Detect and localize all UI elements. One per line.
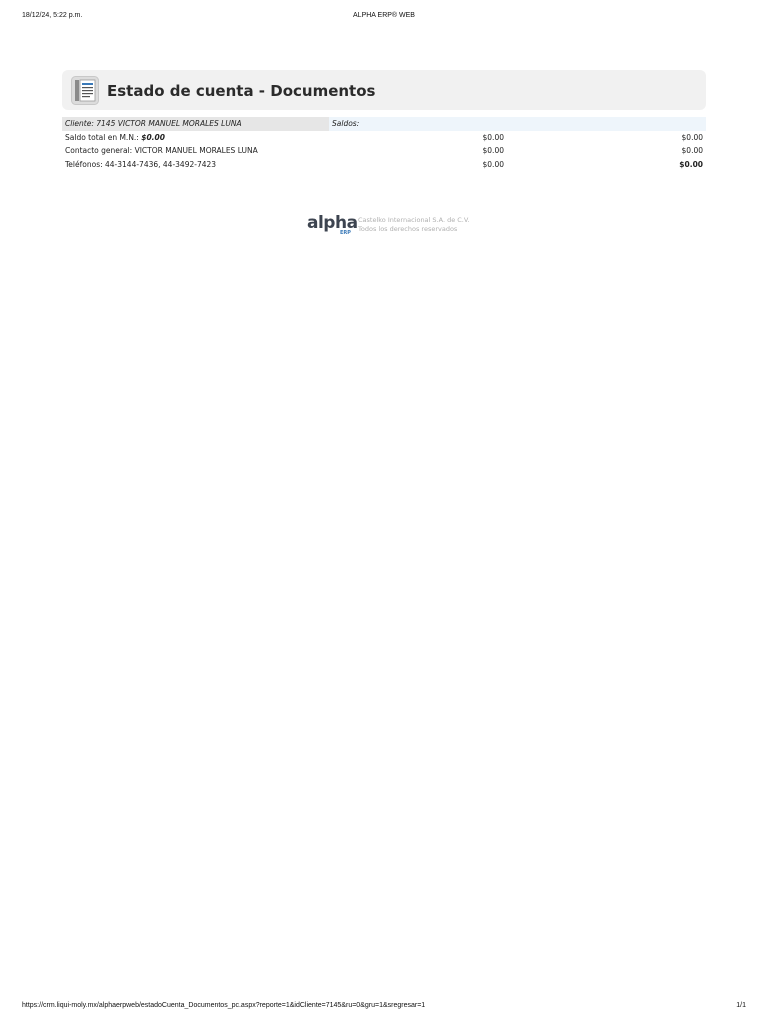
- saldo-col2-row3: $0.00: [679, 159, 704, 169]
- cliente-label: Cliente:: [65, 119, 94, 128]
- saldo-total-value: $0.00: [141, 132, 165, 142]
- saldo-total-cell: Saldo total en M.N.: $0.00: [62, 131, 329, 145]
- saldo-col1-row2: $0.00: [482, 146, 504, 155]
- document-list-icon: [71, 76, 99, 105]
- contacto-cell: Contacto general: VICTOR MANUEL MORALES …: [65, 146, 258, 155]
- brand-footer: alpha ERP Castelko Internacional S.A. de…: [307, 213, 477, 239]
- saldos-label: Saldos:: [329, 117, 707, 131]
- contacto-row: Contacto general: VICTOR MANUEL MORALES …: [62, 144, 706, 158]
- cliente-cell: Cliente: 7145 VICTOR MANUEL MORALES LUNA: [62, 117, 329, 131]
- saldo-col2-row1: $0.00: [681, 132, 704, 142]
- page-number: 1/1: [736, 1002, 746, 1009]
- cliente-value: 7145 VICTOR MANUEL MORALES LUNA: [96, 119, 242, 128]
- rights-text: Todos los derechos reservados: [358, 225, 458, 233]
- brand-text: Castelko Internacional S.A. de C.V. Todo…: [358, 216, 470, 234]
- report-header: Estado de cuenta - Documentos: [62, 70, 706, 110]
- telefonos-cell: Teléfonos: 44-3144-7436, 44-3492-7423: [65, 159, 217, 169]
- saldo-col1-row3: $0.00: [482, 159, 504, 169]
- saldo-col2-row2: $0.00: [681, 146, 704, 155]
- saldo-total-label: Saldo total en M.N.:: [65, 132, 139, 142]
- saldo-col1-row1: $0.00: [482, 132, 504, 142]
- report-title: Estado de cuenta - Documentos: [107, 82, 376, 100]
- print-url: https://crm.liqui-moly.mx/alphaerpweb/es…: [22, 1002, 426, 1009]
- company-name: Castelko Internacional S.A. de C.V.: [358, 216, 470, 224]
- telefonos-row: Teléfonos: 44-3144-7436, 44-3492-7423 $0…: [62, 158, 706, 172]
- print-title: ALPHA ERP® WEB: [353, 12, 415, 19]
- saldo-total-row: Saldo total en M.N.: $0.00 $0.00 $0.00: [62, 131, 706, 145]
- alpha-logo-sub: ERP: [340, 230, 351, 236]
- client-row: Cliente: 7145 VICTOR MANUEL MORALES LUNA…: [62, 117, 707, 131]
- client-summary-table: Cliente: 7145 VICTOR MANUEL MORALES LUNA…: [62, 117, 707, 172]
